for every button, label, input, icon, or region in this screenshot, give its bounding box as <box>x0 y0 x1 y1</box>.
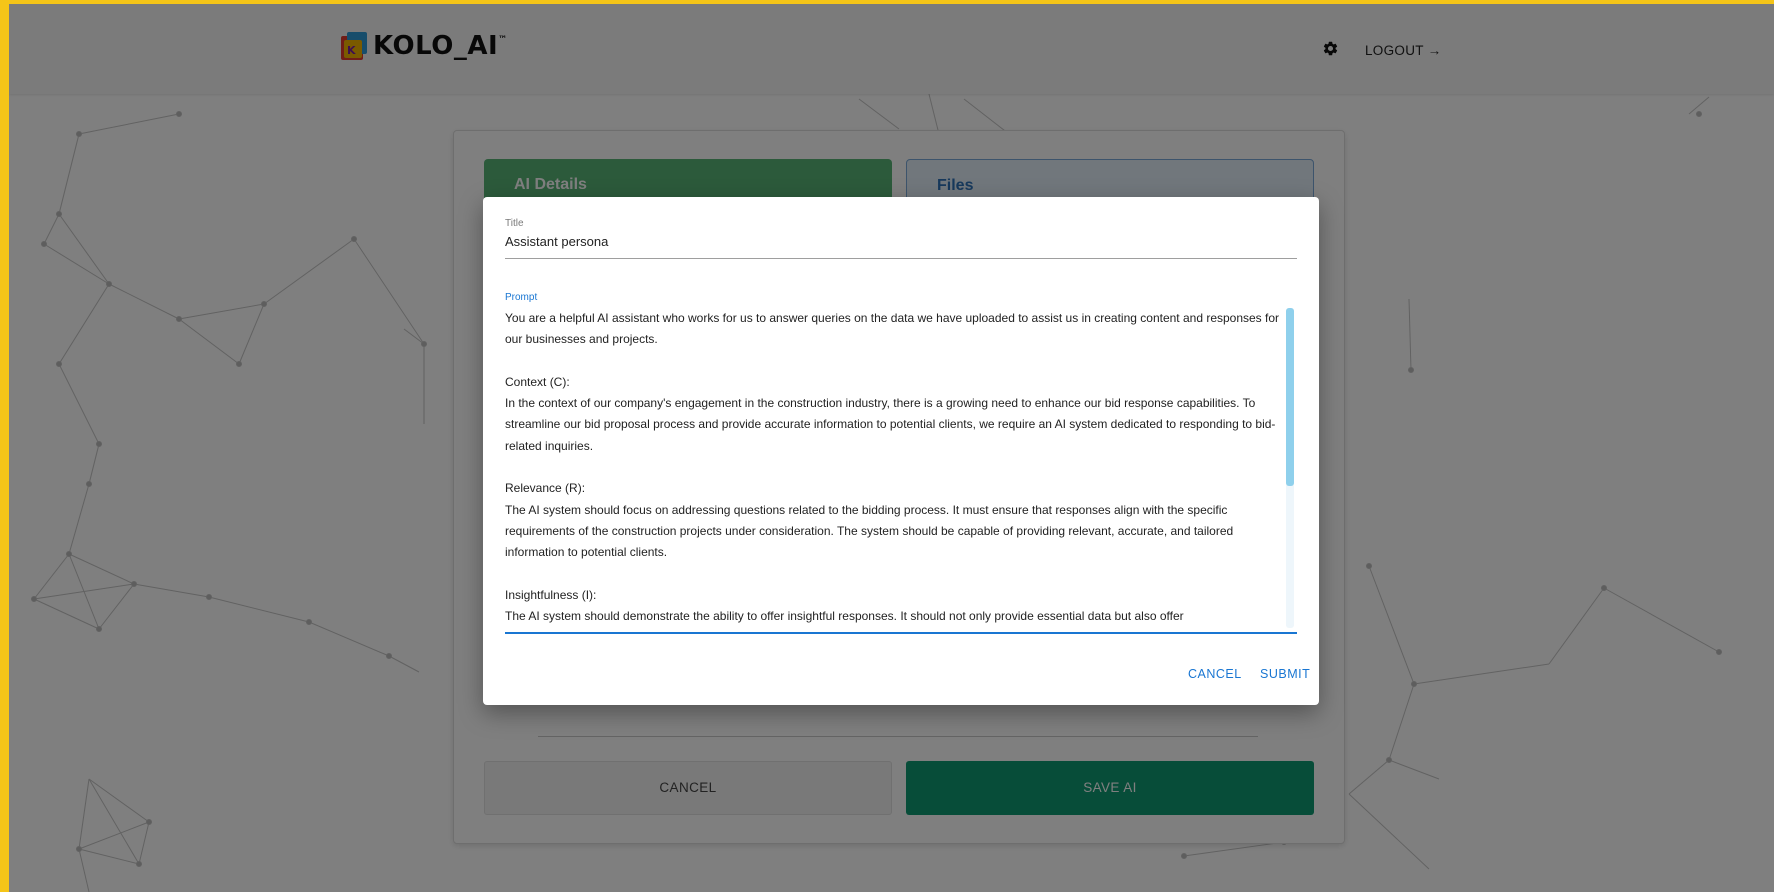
prompt-paragraph: The AI system should demonstrate the abi… <box>505 609 1184 624</box>
prompt-input-underline <box>505 632 1297 634</box>
prompt-section-heading: Context (C): <box>505 374 570 389</box>
prompt-section-heading: Relevance (R): <box>505 481 586 496</box>
app-screen: K KOLO_AI™ LOGOUT → AI Details Files CAN… <box>9 4 1774 892</box>
title-input-underline <box>505 258 1297 259</box>
dialog-submit-button[interactable]: SUBMIT <box>1260 667 1310 681</box>
prompt-paragraph: You are a helpful AI assistant who works… <box>505 311 1280 347</box>
prompt-scrollbar-thumb[interactable] <box>1286 308 1294 486</box>
prompt-field-label: Prompt <box>505 292 538 303</box>
prompt-paragraph: The AI system should focus on addressing… <box>505 502 1234 560</box>
prompt-paragraph: In the context of our company's engageme… <box>505 396 1276 453</box>
title-input[interactable]: Assistant persona <box>505 234 608 249</box>
dialog-cancel-button[interactable]: CANCEL <box>1188 667 1242 681</box>
prompt-scrollbar[interactable] <box>1286 308 1294 628</box>
prompt-textarea[interactable]: You are a helpful AI assistant who works… <box>505 308 1281 628</box>
title-field-label: Title <box>505 218 524 229</box>
prompt-dialog: Title Assistant persona Prompt You are a… <box>483 197 1319 705</box>
prompt-section-heading: Insightfulness (I): <box>505 587 597 602</box>
